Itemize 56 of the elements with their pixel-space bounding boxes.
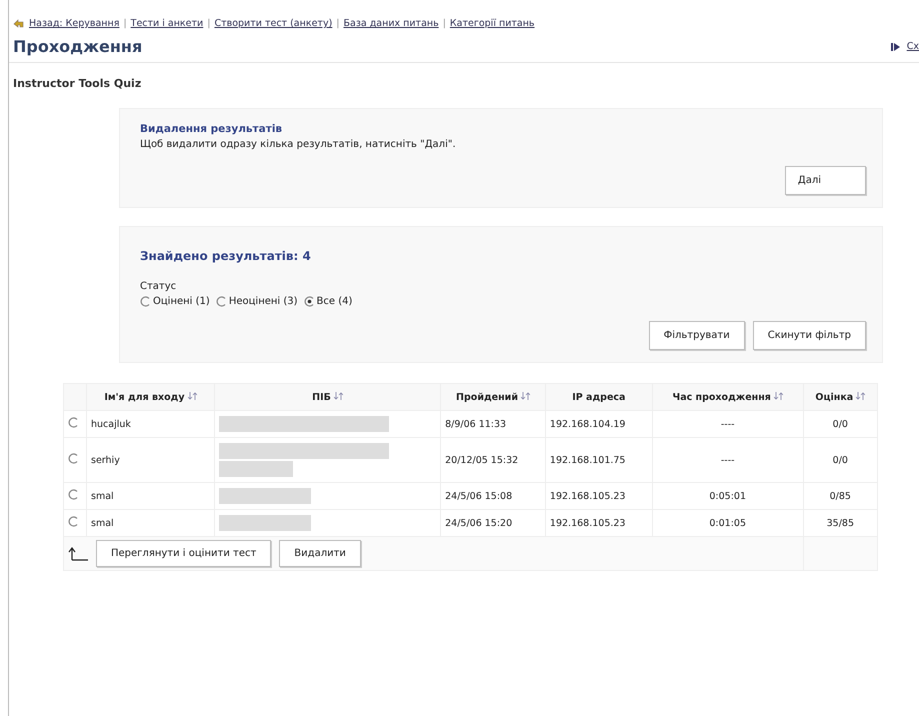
panel-heading: Видалення результатів (140, 123, 284, 135)
table-cell: ---- (652, 410, 804, 438)
separator: | (442, 18, 446, 29)
breadcrumb-link[interactable]: Тести і анкети (130, 18, 204, 29)
table-cell: 192.168.104.19 (545, 410, 652, 438)
radio-button[interactable] (68, 489, 79, 500)
radio-button[interactable] (216, 296, 227, 307)
option-label: Все (4) (316, 296, 352, 307)
column-header[interactable]: ПІБ (312, 392, 331, 402)
up-arrow-icon (68, 546, 88, 560)
filter-button[interactable]: Фільтрувати (648, 321, 745, 350)
next-button[interactable]: Далі (784, 166, 866, 195)
separator: | (207, 18, 210, 29)
page-title: Проходження (13, 37, 142, 56)
results-heading: Знайдено результатів: 4 (140, 249, 312, 263)
radio-selected[interactable] (304, 296, 315, 307)
table-cell: ---- (652, 438, 804, 482)
radio-button[interactable] (68, 453, 79, 464)
status-label: Статус (140, 281, 178, 292)
sort-icon[interactable] (334, 392, 343, 400)
table-cell: 0/0 (803, 438, 878, 482)
radio-button[interactable] (68, 516, 79, 527)
table-cell: serhiy (86, 438, 214, 482)
option-label: Неоцінені (3) (228, 296, 298, 307)
table-cell: 0:05:01 (652, 482, 804, 510)
separator: | (123, 18, 127, 29)
table-cell: 8/9/06 11:33 (440, 410, 546, 438)
back-arrow-icon (13, 18, 25, 28)
table-cell: 20/12/05 15:32 (440, 438, 546, 482)
side-link[interactable]: Сх (906, 41, 919, 52)
sort-icon[interactable] (774, 392, 783, 400)
reset-filter-button[interactable]: Скинути фільтр (752, 321, 866, 350)
table-cell: 24/5/06 15:08 (440, 482, 546, 510)
radio-button[interactable] (68, 417, 79, 428)
breadcrumb-link[interactable]: Створити тест (анкету) (214, 18, 332, 29)
separator: | (336, 18, 340, 29)
table-cell: hucajluk (86, 410, 214, 438)
instruction-text: Щоб видалити одразу кілька результатів, натисніть "Далі". (140, 139, 457, 150)
table-cell: 0/85 (803, 482, 878, 510)
sort-icon[interactable] (856, 392, 866, 400)
option-label: Оцінені (1) (153, 296, 210, 307)
table-cell: 0/0 (803, 410, 878, 438)
radio-button[interactable] (140, 296, 151, 307)
column-header: IP адреса (572, 392, 626, 402)
quiz-title: Instructor Tools Quiz (12, 76, 142, 90)
review-button[interactable]: Переглянути і оцінити тест (96, 540, 272, 567)
sort-icon[interactable] (188, 392, 197, 400)
play-icon (890, 42, 901, 50)
table-cell: 192.168.105.23 (545, 482, 652, 510)
delete-button[interactable]: Видалити (279, 540, 361, 567)
table-cell: 192.168.101.75 (545, 438, 652, 482)
table-cell: smal (86, 482, 214, 510)
breadcrumb-link[interactable]: База даних питань (344, 18, 439, 29)
sort-icon[interactable] (520, 392, 530, 400)
breadcrumb-link[interactable]: Назад: Керування (29, 18, 120, 29)
breadcrumb-link[interactable]: Категорії питань (450, 18, 535, 29)
